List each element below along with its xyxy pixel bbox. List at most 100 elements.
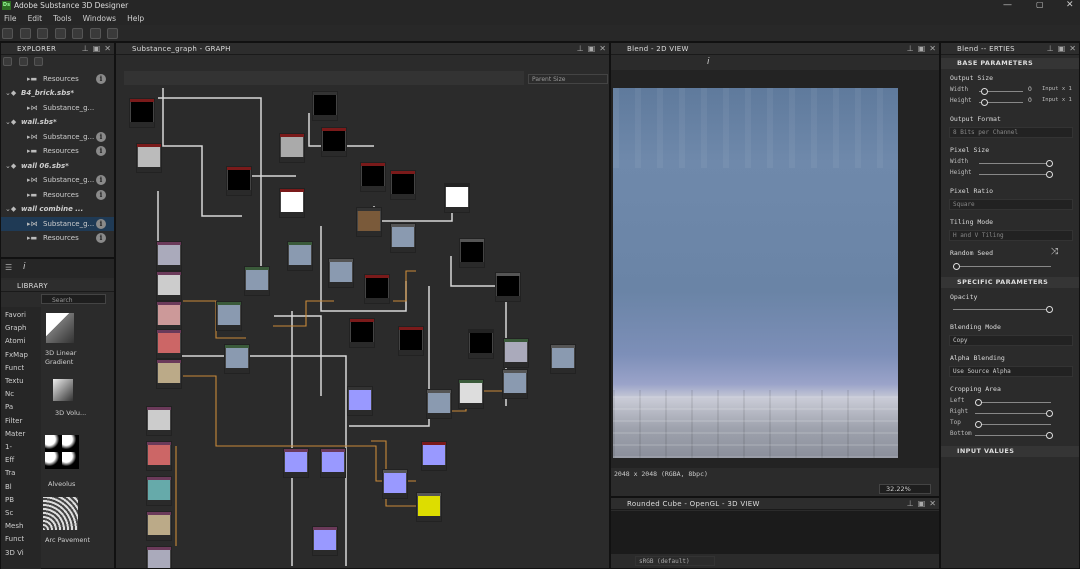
library-item-4[interactable]: Arc Pavement bbox=[43, 495, 103, 555]
close-icon[interactable]: ✕ bbox=[1066, 0, 1074, 10]
pin-icon[interactable]: ⊥ bbox=[907, 44, 914, 53]
graph-node[interactable] bbox=[459, 238, 485, 268]
graph-node[interactable] bbox=[347, 386, 373, 416]
float-icon[interactable]: ▣ bbox=[93, 44, 101, 53]
graph-node[interactable] bbox=[356, 207, 382, 237]
graph-node[interactable] bbox=[146, 441, 172, 471]
library-category[interactable]: Graph bbox=[1, 322, 39, 335]
save-all-icon[interactable] bbox=[54, 28, 66, 39]
library-category[interactable]: Textu bbox=[1, 375, 39, 388]
library-category[interactable]: 3D Vi bbox=[1, 547, 39, 560]
graph-node[interactable] bbox=[146, 511, 172, 541]
graph-node[interactable] bbox=[550, 344, 576, 374]
explorer-package[interactable]: ⌄◆ wall.sbs* bbox=[1, 115, 114, 129]
graph-node[interactable] bbox=[468, 329, 494, 359]
redo-icon[interactable] bbox=[107, 28, 119, 39]
pixel-height-slider[interactable] bbox=[979, 171, 1053, 178]
close-panel-icon[interactable]: ✕ bbox=[599, 44, 606, 53]
graph-node[interactable] bbox=[146, 476, 172, 506]
graph-node[interactable] bbox=[129, 98, 155, 128]
graph-node[interactable] bbox=[421, 441, 447, 471]
float-icon[interactable]: ▣ bbox=[1058, 44, 1066, 53]
menu-help[interactable]: Help bbox=[127, 14, 144, 23]
library-item-2[interactable]: 3D Volu... bbox=[43, 377, 103, 435]
view3d-canvas[interactable] bbox=[611, 511, 939, 554]
menu-windows[interactable]: Windows bbox=[83, 14, 116, 23]
graph-node[interactable] bbox=[156, 271, 182, 301]
info-icon[interactable]: i bbox=[96, 190, 106, 200]
library-category[interactable]: Tra bbox=[1, 467, 39, 480]
undo-icon[interactable] bbox=[89, 28, 101, 39]
graph-node[interactable] bbox=[502, 369, 528, 399]
library-category[interactable]: Mesh bbox=[1, 520, 39, 533]
library-search-input[interactable]: Search bbox=[42, 297, 73, 304]
save-icon[interactable] bbox=[37, 28, 49, 39]
graph-node[interactable] bbox=[279, 133, 305, 163]
graph-node[interactable] bbox=[416, 492, 442, 522]
menu-tools[interactable]: Tools bbox=[53, 14, 71, 23]
info-icon[interactable]: i bbox=[96, 146, 106, 156]
pin-icon[interactable]: ⊥ bbox=[82, 44, 89, 53]
menu-edit[interactable]: Edit bbox=[28, 14, 43, 23]
library-category[interactable]: Atomi bbox=[1, 335, 39, 348]
shuffle-icon[interactable]: ⤨ bbox=[1051, 247, 1058, 257]
library-category[interactable]: Eff bbox=[1, 454, 39, 467]
info-icon[interactable]: i bbox=[96, 175, 106, 185]
library-category[interactable]: Mater bbox=[1, 428, 39, 441]
import-icon[interactable] bbox=[19, 28, 31, 39]
explorer-package[interactable]: ⌄◆ wall 06.sbs* bbox=[1, 159, 114, 173]
graph-canvas[interactable] bbox=[116, 86, 609, 568]
graph-node[interactable] bbox=[136, 143, 162, 173]
library-category[interactable]: 1- bbox=[1, 441, 39, 454]
maximize-icon[interactable]: ▢ bbox=[1036, 0, 1044, 9]
graph-node[interactable] bbox=[382, 469, 408, 499]
pixel-ratio-field[interactable]: Square bbox=[949, 199, 1073, 210]
graph-node[interactable] bbox=[156, 329, 182, 359]
width-mode[interactable]: Input x 1 bbox=[1042, 86, 1072, 92]
alpha-blending-field[interactable]: Use Source Alpha bbox=[949, 366, 1073, 377]
library-category[interactable]: PB bbox=[1, 494, 39, 507]
float-icon[interactable]: ▣ bbox=[918, 499, 926, 508]
float-icon[interactable]: ▣ bbox=[918, 44, 926, 53]
explorer-folder[interactable]: ▸▬ Resources i bbox=[1, 231, 114, 245]
explorer-folder[interactable]: ▸▬ Resources i bbox=[1, 188, 114, 202]
save-package-icon[interactable] bbox=[34, 57, 44, 66]
explorer-graph[interactable]: ▸⋈ Substance_g... i bbox=[1, 217, 114, 231]
base-parameters-header[interactable]: BASE PARAMETERS bbox=[941, 58, 1079, 69]
graph-node[interactable] bbox=[328, 258, 354, 288]
view-info-icon[interactable]: i bbox=[707, 57, 710, 67]
copy-icon[interactable] bbox=[72, 28, 84, 39]
library-category[interactable]: Favori bbox=[1, 309, 39, 322]
graph-node[interactable] bbox=[503, 338, 529, 368]
graph-node[interactable] bbox=[398, 326, 424, 356]
graph-node[interactable] bbox=[146, 406, 172, 436]
graph-node[interactable] bbox=[224, 344, 250, 374]
hierarchy-icon[interactable]: ☰ bbox=[5, 263, 12, 272]
library-category[interactable]: Pa bbox=[1, 401, 39, 414]
graph-node[interactable] bbox=[320, 448, 346, 478]
float-icon[interactable]: ▣ bbox=[588, 44, 596, 53]
graph-node[interactable] bbox=[146, 546, 172, 568]
graph-node[interactable] bbox=[156, 359, 182, 389]
crop-top-slider[interactable] bbox=[975, 421, 1051, 428]
colorspace-dropdown[interactable]: sRGB (default) bbox=[635, 556, 715, 566]
graph-node[interactable] bbox=[226, 166, 252, 196]
library-category[interactable]: Funct bbox=[1, 533, 39, 546]
width-slider[interactable] bbox=[979, 88, 1023, 95]
pixel-width-slider[interactable] bbox=[979, 160, 1053, 167]
info-icon[interactable]: i bbox=[96, 219, 106, 229]
graph-node[interactable] bbox=[390, 223, 416, 253]
explorer-package[interactable]: ⌄◆ B4_brick.sbs* bbox=[1, 86, 114, 100]
library-item-3[interactable]: Alveolus bbox=[43, 435, 103, 488]
close-panel-icon[interactable]: ✕ bbox=[104, 44, 111, 53]
crop-right-slider[interactable] bbox=[975, 410, 1053, 417]
crop-bottom-slider[interactable] bbox=[975, 432, 1053, 439]
graph-node[interactable] bbox=[156, 301, 182, 331]
graph-node[interactable] bbox=[244, 266, 270, 296]
explorer-graph[interactable]: ▸⋈ Substance_g... i bbox=[1, 130, 114, 144]
info-icon[interactable]: i bbox=[96, 233, 106, 243]
graph-node[interactable] bbox=[390, 170, 416, 200]
height-slider[interactable] bbox=[979, 99, 1023, 106]
pin-icon[interactable]: ⊥ bbox=[1047, 44, 1054, 53]
library-category[interactable]: Funct bbox=[1, 362, 39, 375]
